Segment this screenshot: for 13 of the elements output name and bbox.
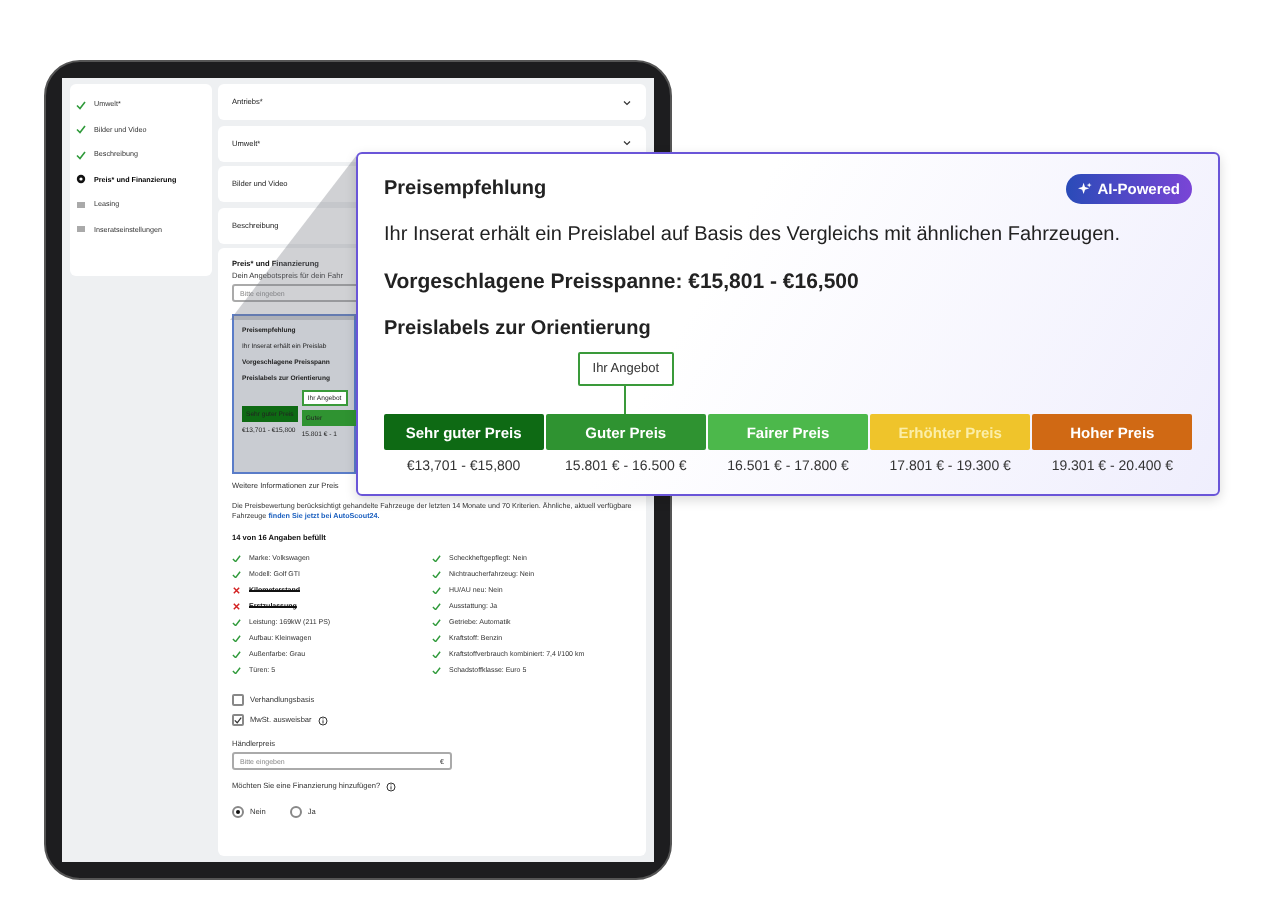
connector-line bbox=[624, 386, 627, 414]
info-icon bbox=[386, 781, 397, 791]
sparkle-icon bbox=[1077, 182, 1092, 196]
checkbox[interactable] bbox=[232, 714, 244, 726]
panel-title: Preisempfehlung bbox=[384, 178, 547, 200]
chevron-down-icon bbox=[622, 97, 632, 107]
checkbox[interactable] bbox=[232, 694, 244, 706]
section-heading: Preislabels zur Orientierung bbox=[384, 318, 653, 340]
price-range-text: Vorgeschlagene Preisspanne: €15,801 - €16,500 bbox=[384, 270, 861, 294]
description-text: Ihr Inserat erhält ein Preislabel auf Basis des Vergleichs mit ähnlichen Fahrzeugen. bbox=[384, 224, 1122, 246]
chevron-down-icon bbox=[622, 138, 632, 148]
radio-button[interactable] bbox=[289, 806, 302, 818]
radio-button[interactable] bbox=[232, 806, 244, 818]
